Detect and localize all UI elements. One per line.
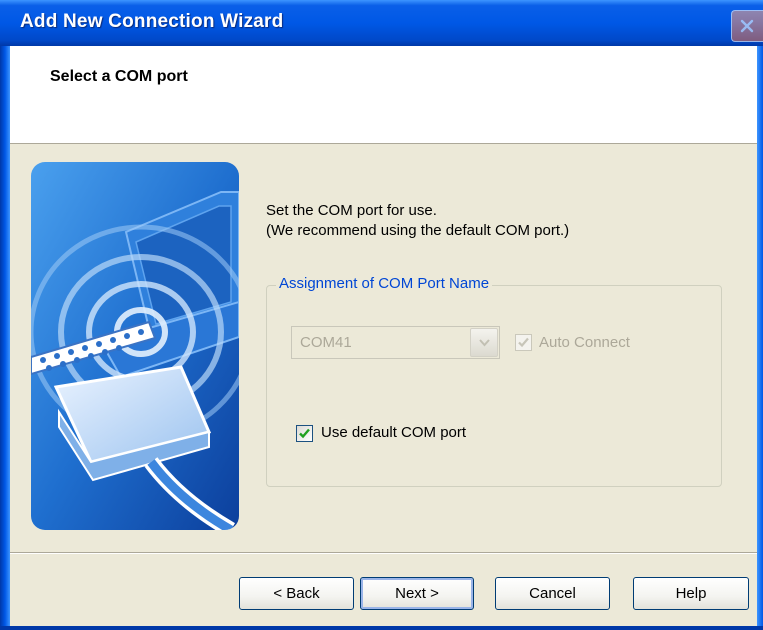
com-port-connection-icon (31, 162, 239, 530)
use-default-com-port-checkbox[interactable] (296, 425, 313, 442)
use-default-com-port-label: Use default COM port (321, 424, 467, 441)
close-button[interactable] (731, 10, 763, 42)
next-button[interactable]: Next > (360, 577, 474, 610)
com-port-select[interactable]: COM41 (291, 326, 500, 359)
close-icon (740, 19, 754, 33)
wizard-header: Select a COM port (10, 46, 757, 144)
window-frame-right (757, 46, 763, 630)
com-port-value: COM41 (300, 334, 352, 351)
window-frame-bottom (0, 626, 763, 630)
group-box-label: Assignment of COM Port Name (276, 275, 493, 292)
window-title: Add New Connection Wizard (20, 11, 284, 32)
window-frame-left (0, 46, 10, 630)
button-separator (10, 552, 757, 554)
back-button[interactable]: < Back (239, 577, 354, 610)
auto-connect-checkbox[interactable] (515, 334, 532, 351)
instruction-text-1: Set the COM port for use. (266, 202, 437, 219)
cancel-button[interactable]: Cancel (495, 577, 610, 610)
chevron-down-icon (479, 339, 490, 347)
checkmark-icon (518, 337, 529, 348)
checkmark-icon (299, 428, 310, 439)
com-port-dropdown-button[interactable] (470, 328, 498, 357)
auto-connect-label: Auto Connect (539, 334, 630, 351)
com-port-group-box (266, 285, 722, 487)
title-bar: Add New Connection Wizard (0, 0, 763, 46)
instruction-text-2: (We recommend using the default COM port… (266, 222, 570, 239)
help-button[interactable]: Help (633, 577, 749, 610)
wizard-window: Add New Connection Wizard Select a COM p… (0, 0, 763, 630)
page-title: Select a COM port (50, 68, 188, 85)
